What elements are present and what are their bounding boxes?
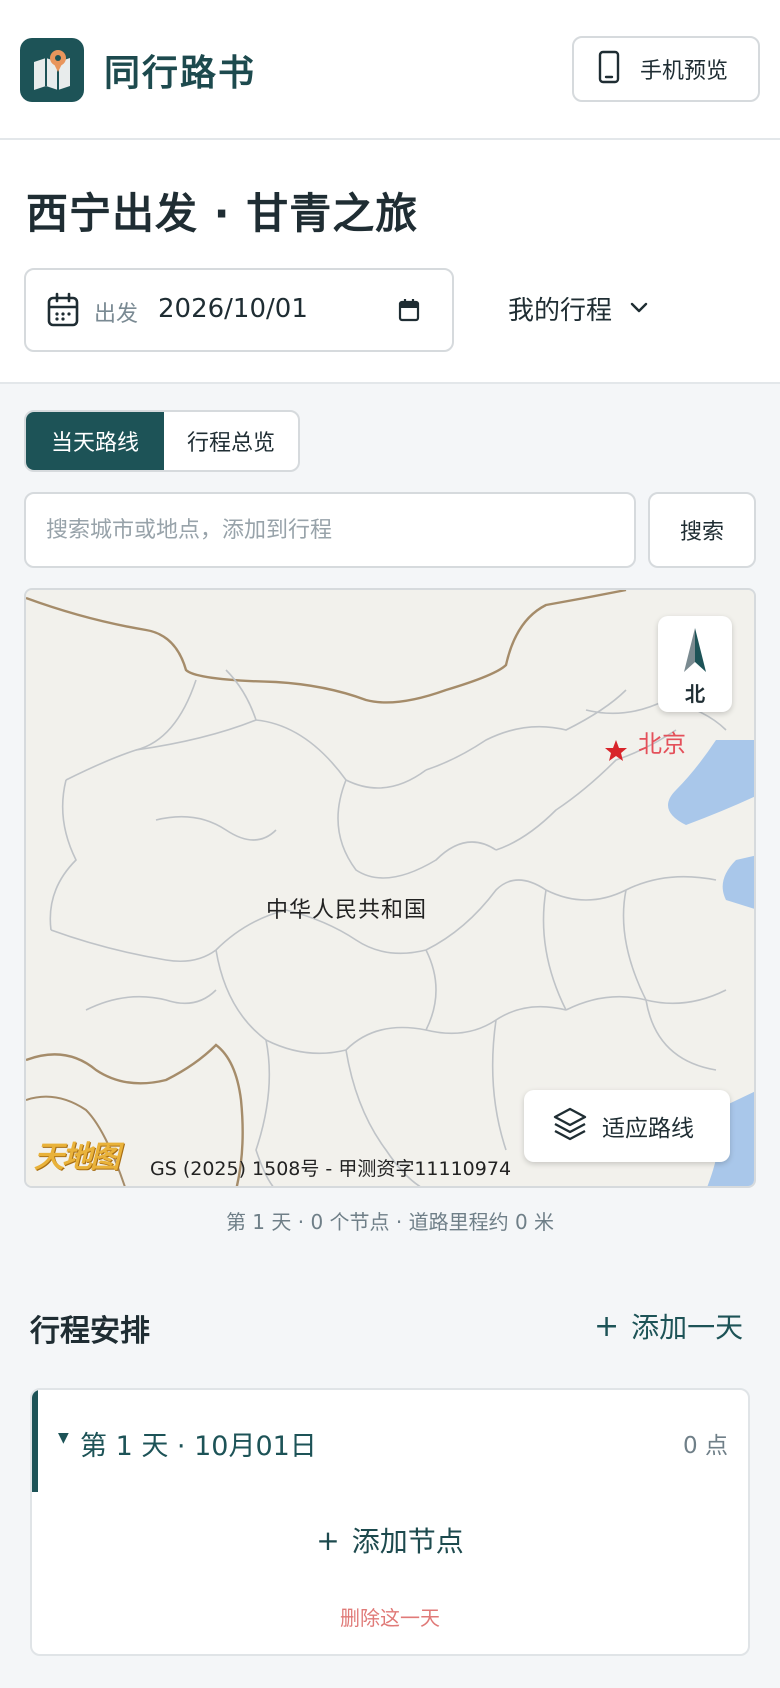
view-tabs: 当天路线 行程总览 <box>24 410 300 472</box>
phone-icon <box>598 50 620 88</box>
tab-trip-overview[interactable]: 行程总览 <box>164 412 298 470</box>
delete-day-button[interactable]: 删除这一天 <box>32 1602 748 1631</box>
mobile-preview-button[interactable]: 手机预览 <box>572 36 760 102</box>
map-provider-logo: 天地图 <box>34 1140 120 1175</box>
chevron-down-icon <box>612 299 648 318</box>
add-day-label: 添加一天 <box>631 1311 744 1344</box>
compass-north-label: 北 <box>685 682 705 706</box>
map-country-label: 中华人民共和国 <box>266 898 428 923</box>
layers-icon <box>552 1106 588 1146</box>
calendar-icon <box>46 292 80 332</box>
tab-day-route[interactable]: 当天路线 <box>26 412 164 470</box>
trip-title: 西宁出发 · 甘青之旅 <box>26 189 419 238</box>
departure-date-field[interactable]: 出发 2026/10/01 <box>24 268 454 352</box>
trip-panel: 西宁出发 · 甘青之旅 出发 2026/10/01 我的行程 <box>0 140 780 384</box>
add-node-button[interactable]: + 添加节点 <box>32 1520 748 1560</box>
search-input[interactable] <box>24 492 636 568</box>
add-day-button[interactable]: + 添加一天 <box>594 1306 743 1346</box>
map-city-label: 北京 <box>638 730 686 758</box>
fit-route-button[interactable]: 适应路线 <box>524 1090 730 1162</box>
app-logo-icon <box>20 38 84 102</box>
date-picker-icon[interactable] <box>398 298 420 326</box>
compass-button[interactable]: 北 <box>658 616 732 712</box>
my-trips-dropdown[interactable]: 我的行程 <box>508 290 648 327</box>
my-trips-label: 我的行程 <box>508 296 613 326</box>
day-node-count: 0 点 <box>683 1433 728 1459</box>
map-credit: GS (2025) 1508号 - 甲测资字11110974 <box>150 1158 512 1180</box>
search-button[interactable]: 搜索 <box>648 492 756 568</box>
day-card: ▼ 第 1 天 · 10月01日 0 点 + 添加节点 删除这一天 <box>30 1388 750 1656</box>
add-node-label: 添加节点 <box>351 1525 464 1558</box>
day-title[interactable]: 第 1 天 · 10月01日 <box>80 1424 317 1463</box>
departure-date-value: 2026/10/01 <box>158 294 308 324</box>
plus-icon: + <box>316 1523 340 1557</box>
plus-icon: + <box>594 1308 620 1344</box>
schedule-title: 行程安排 <box>30 1314 150 1349</box>
fit-route-label: 适应路线 <box>602 1116 694 1142</box>
app-title: 同行路书 <box>104 53 257 94</box>
route-summary: 第 1 天 · 0 个节点 · 道路里程约 0 米 <box>225 1210 555 1234</box>
departure-label: 出发 <box>94 302 139 327</box>
mobile-preview-label: 手机预览 <box>640 59 729 84</box>
app-header: 同行路书 手机预览 <box>0 0 780 140</box>
collapse-caret-icon[interactable]: ▼ <box>58 1430 69 1446</box>
day-card-accent <box>32 1390 38 1492</box>
map-view[interactable]: 北京 中华人民共和国 北 适应路线 天地图 GS (2025) 1508号 - … <box>24 588 756 1188</box>
